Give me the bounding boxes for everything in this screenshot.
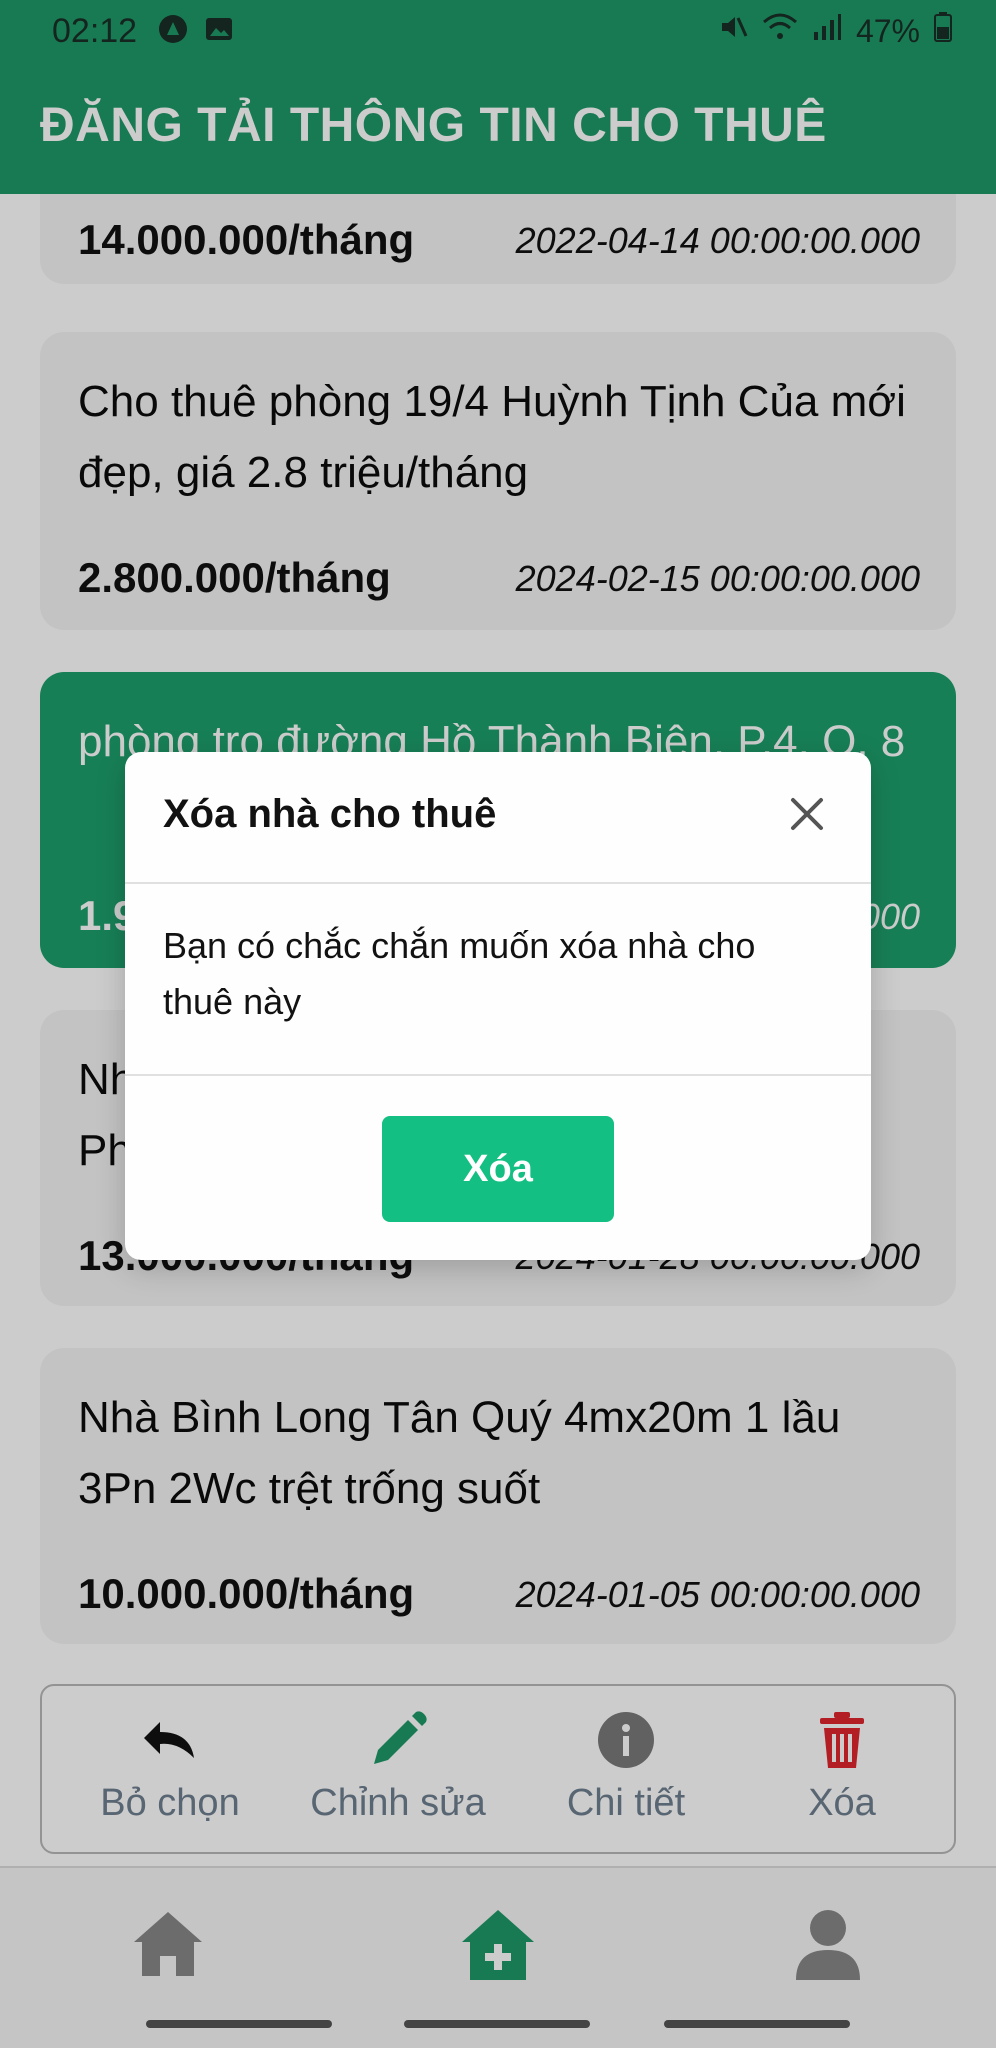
dialog-divider bbox=[125, 1074, 871, 1076]
dialog-title: Xóa nhà cho thuê bbox=[163, 792, 497, 836]
confirm-delete-button[interactable]: Xóa bbox=[382, 1116, 614, 1222]
dialog-header: Xóa nhà cho thuê bbox=[125, 752, 871, 884]
delete-dialog: Xóa nhà cho thuê Bạn có chắc chắn muốn x… bbox=[125, 752, 871, 1260]
dialog-message: Bạn có chắc chắn muốn xóa nhà cho thuê n… bbox=[163, 925, 756, 1022]
close-icon[interactable] bbox=[787, 794, 827, 834]
